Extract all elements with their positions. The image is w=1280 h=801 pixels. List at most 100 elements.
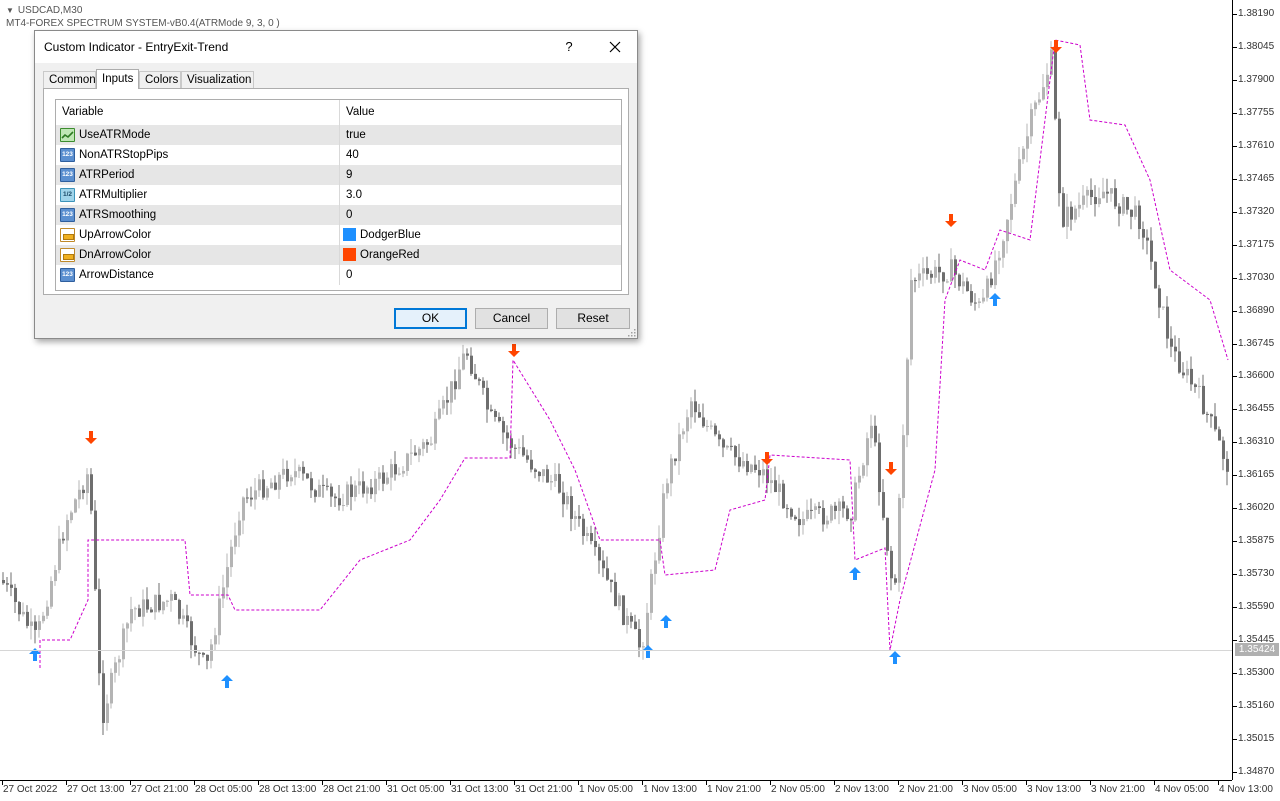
tab-inputs[interactable]: Inputs	[96, 69, 139, 89]
candle-body	[190, 621, 193, 646]
param-value-cell[interactable]: 0	[340, 265, 621, 285]
tab-common[interactable]: Common	[43, 71, 96, 88]
column-header-variable[interactable]: Variable	[56, 100, 340, 125]
candle-body	[186, 615, 189, 622]
candle-body	[582, 518, 585, 536]
candle-body	[110, 672, 113, 704]
color-param-icon	[60, 228, 75, 242]
candle-body	[726, 445, 729, 448]
dialog-title: Custom Indicator - EntryExit-Trend	[44, 40, 229, 54]
candle-body	[1010, 203, 1013, 220]
candle-body	[922, 268, 925, 274]
candle-body	[362, 481, 365, 494]
candle-body	[162, 601, 165, 611]
tab-colors[interactable]: Colors	[139, 71, 181, 88]
dialog-titlebar[interactable]: Custom Indicator - EntryExit-Trend ?	[35, 31, 637, 63]
cancel-button[interactable]: Cancel	[475, 308, 548, 329]
candle-body	[466, 353, 469, 356]
close-button[interactable]	[603, 35, 627, 59]
candle-body	[906, 359, 909, 436]
time-axis[interactable]: 27 Oct 2022 27 Oct 13:00 27 Oct 21:00 28 Oc…	[0, 780, 1273, 801]
candle-body	[574, 516, 577, 519]
param-row-atrmultiplier[interactable]: 1/2 ATRMultiplier 3.0	[56, 185, 621, 205]
param-row-arrowdistance[interactable]: 123 ArrowDistance 0	[56, 265, 621, 285]
param-name: DnArrowColor	[79, 249, 152, 261]
color-param-icon	[60, 248, 75, 262]
candle-body	[614, 581, 617, 607]
resize-grip-icon[interactable]	[627, 328, 636, 337]
candle-body	[482, 380, 485, 388]
candle-body	[790, 508, 793, 517]
candle-body	[1026, 136, 1029, 149]
candle-body	[1210, 414, 1213, 417]
candle-body	[198, 652, 201, 654]
help-button[interactable]: ?	[557, 35, 581, 59]
candle-body	[250, 497, 253, 500]
ok-button[interactable]: OK	[394, 308, 467, 329]
price-tick	[1233, 442, 1237, 444]
param-row-nonatrstoppips[interactable]: 123 NonATRStopPips 40	[56, 145, 621, 165]
param-row-atrperiod[interactable]: 123 ATRPeriod 9	[56, 165, 621, 185]
candle-body	[526, 455, 529, 460]
candle-body	[1134, 205, 1137, 217]
candle-body	[414, 452, 417, 456]
param-value-cell[interactable]: 9	[340, 165, 621, 185]
candle-body	[278, 474, 281, 490]
candle-body	[266, 488, 269, 498]
candle-body	[422, 442, 425, 449]
candle-body	[862, 465, 865, 476]
time-label: 27 Oct 2022	[3, 784, 58, 795]
param-row-useatrmode[interactable]: UseATRMode true	[56, 125, 621, 145]
param-row-dnarrowcolor[interactable]: DnArrowColor OrangeRed	[56, 245, 621, 265]
candle-body	[522, 447, 525, 456]
candle-body	[838, 501, 841, 511]
candle-body	[870, 425, 873, 439]
candle-body	[310, 478, 313, 491]
param-value-cell[interactable]: 3.0	[340, 185, 621, 205]
param-value-cell[interactable]: 40	[340, 145, 621, 165]
tab-visualization[interactable]: Visualization	[181, 71, 254, 88]
candle-body	[518, 447, 521, 449]
candle-body	[570, 496, 573, 519]
candle-body	[94, 510, 97, 590]
param-value-cell[interactable]: OrangeRed	[340, 245, 621, 265]
candle-body	[334, 496, 337, 499]
candle-body	[758, 470, 761, 476]
candle-body	[290, 477, 293, 482]
price-tick	[1233, 508, 1237, 510]
collapse-triangle-icon[interactable]: ▼	[6, 4, 14, 17]
price-axis[interactable]: 1.35424 1.38190 1.38045 1.37900 1.37755 1.37…	[1232, 0, 1280, 780]
candle-body	[1146, 237, 1149, 241]
param-value-cell[interactable]: 0	[340, 205, 621, 225]
candle-body	[786, 508, 789, 510]
candle-body	[622, 595, 625, 625]
reset-button[interactable]: Reset	[556, 308, 630, 329]
price-label: 1.36020	[1238, 502, 1275, 514]
column-header-value[interactable]: Value	[340, 100, 621, 125]
candle-body	[1154, 261, 1157, 289]
time-label: 1 Nov 21:00	[707, 784, 761, 795]
price-label: 1.36600	[1238, 370, 1275, 382]
param-value: OrangeRed	[360, 249, 420, 261]
candle-body	[130, 609, 133, 624]
parameters-table[interactable]: Variable Value UseATRMode true 123 NonATRSt…	[55, 99, 622, 291]
candle-body	[74, 499, 77, 513]
time-label: 2 Nov 21:00	[899, 784, 953, 795]
param-row-uparrowcolor[interactable]: UpArrowColor DodgerBlue	[56, 225, 621, 245]
candle-body	[330, 486, 333, 497]
param-value-cell[interactable]: DodgerBlue	[340, 225, 621, 245]
down-arrow-icon	[945, 214, 957, 227]
candle-body	[630, 615, 633, 622]
price-tick	[1233, 640, 1237, 642]
candle-body	[654, 560, 657, 574]
candle-body	[142, 599, 145, 617]
candle-body	[226, 567, 229, 588]
candle-body	[182, 615, 185, 619]
param-value: 0	[346, 209, 353, 221]
param-value-cell[interactable]: true	[340, 125, 621, 145]
candle-body	[22, 611, 25, 615]
candle-body	[602, 560, 605, 569]
price-label: 1.35730	[1238, 568, 1275, 580]
candle-body	[18, 602, 21, 615]
param-row-atrsmoothing[interactable]: 123 ATRSmoothing 0	[56, 205, 621, 225]
